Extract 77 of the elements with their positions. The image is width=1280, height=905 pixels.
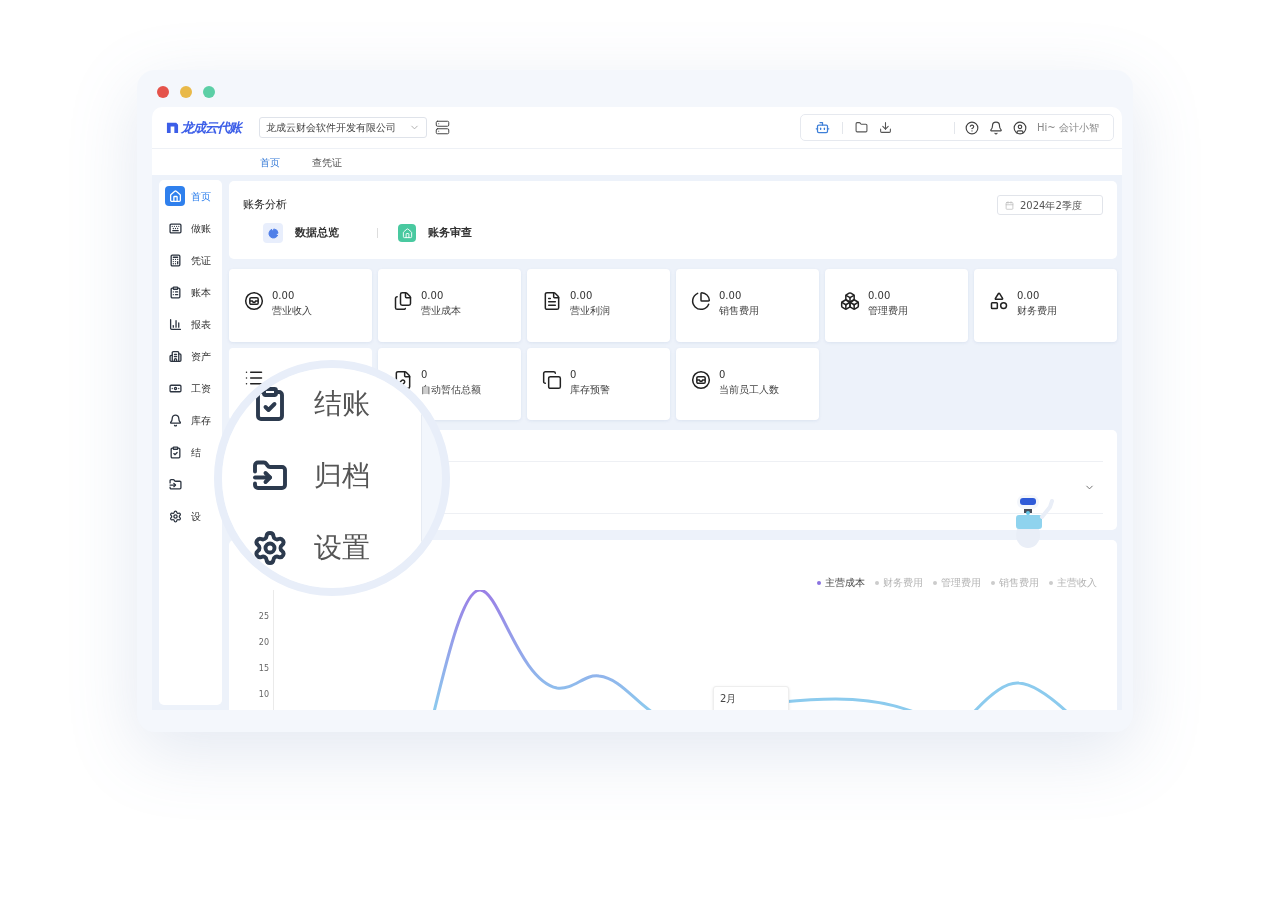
settings-icon	[168, 509, 182, 523]
legend-item[interactable]: 主营成本	[817, 576, 865, 590]
magnified-label: 结账	[314, 386, 370, 422]
robot-icon[interactable]	[815, 120, 830, 135]
logo-icon	[166, 121, 179, 134]
period-field[interactable]: 2024年2季度	[997, 195, 1103, 215]
sidebar-item[interactable]: 资产	[159, 340, 213, 372]
axis-tick-label: 25	[258, 611, 269, 623]
stat-label: 管理费用	[868, 304, 908, 318]
boxes-icon	[840, 291, 860, 311]
stat-value: 0	[421, 368, 429, 382]
sidebar-item[interactable]: 报表	[159, 308, 213, 340]
server-icon[interactable]	[435, 120, 450, 135]
stat-value: 0.00	[1017, 289, 1041, 303]
copy-icon	[542, 370, 562, 390]
calendar-icon	[1005, 200, 1014, 210]
folder-icon[interactable]	[855, 121, 868, 134]
stat-label: 营业收入	[272, 304, 312, 318]
sidebar-item[interactable]: 工资	[159, 372, 213, 404]
bell-icon[interactable]	[989, 120, 1003, 135]
stat-label: 财务费用	[1017, 304, 1057, 318]
help-icon[interactable]	[965, 120, 979, 135]
stat-label: 销售费用	[719, 304, 759, 318]
sidebar-item[interactable]: 库存	[159, 404, 213, 436]
stat-value: 0.00	[719, 289, 743, 303]
shapes-icon	[989, 291, 1009, 311]
sidebar-item[interactable]: 设	[159, 500, 203, 532]
stat-label: 库存预警	[570, 383, 610, 397]
greeting[interactable]: Hi~ 会计小智	[1037, 120, 1099, 135]
house-icon	[398, 224, 416, 242]
bell-icon	[168, 413, 182, 427]
pie-chart-icon	[263, 223, 283, 243]
sidebar-item[interactable]: 首页	[159, 180, 213, 212]
sidebar-item[interactable]: 做账	[159, 212, 213, 244]
stat-value: 0.00	[868, 289, 892, 303]
card-title: 账务分析	[243, 196, 287, 213]
stat-label: 当前员工人数	[719, 383, 779, 397]
quick-entry[interactable]: 账务审查	[398, 224, 492, 242]
tray-circle-icon	[691, 370, 711, 390]
magnified-label: 归档	[314, 458, 370, 494]
tab[interactable]: 查凭证	[304, 154, 350, 170]
keyboard-icon	[168, 221, 182, 235]
calculator-icon	[168, 253, 182, 267]
chart-tooltip: 2月	[713, 686, 789, 710]
clipboard-icon	[168, 285, 182, 299]
files-icon	[393, 291, 413, 311]
tab[interactable]: 首页	[252, 154, 288, 170]
document-icon	[542, 291, 562, 311]
pie-chart-icon	[691, 291, 711, 311]
stat-label: 自动暂估总额	[421, 383, 481, 397]
sidebar-item[interactable]: 结	[159, 436, 203, 468]
sidebar-item[interactable]: 凭证	[159, 244, 213, 276]
stat-value: 0.00	[272, 289, 296, 303]
stat-value: 0	[719, 368, 727, 382]
axis-tick-label: 20	[258, 637, 269, 649]
clipboard-check-icon	[168, 445, 182, 459]
company-select[interactable]: 龙成云财会软件开发有限公司	[259, 117, 427, 138]
tray-circle-icon	[244, 291, 264, 311]
settings-icon	[252, 530, 288, 566]
magnified-label: 设置	[314, 530, 370, 566]
buildings-icon	[168, 349, 182, 363]
folder-icon	[168, 477, 182, 491]
stat-label: 营业成本	[421, 304, 461, 318]
download-icon[interactable]	[879, 121, 892, 134]
bar-chart-icon	[168, 317, 182, 331]
sidebar-item[interactable]: 账本	[159, 276, 213, 308]
axis-tick-label: 10	[258, 689, 269, 701]
stat-label: 营业利润	[570, 304, 610, 318]
axis-tick-label: 15	[258, 663, 269, 675]
home-icon	[168, 189, 182, 203]
stat-value: 0.00	[570, 289, 594, 303]
quick-entry[interactable]: 数据总览	[263, 223, 357, 243]
user-icon[interactable]	[1013, 120, 1027, 135]
stat-value: 0	[570, 368, 578, 382]
list-icon	[244, 368, 264, 388]
stat-value: 0.00	[421, 289, 445, 303]
logo-text: 龙成云代账	[181, 118, 241, 137]
